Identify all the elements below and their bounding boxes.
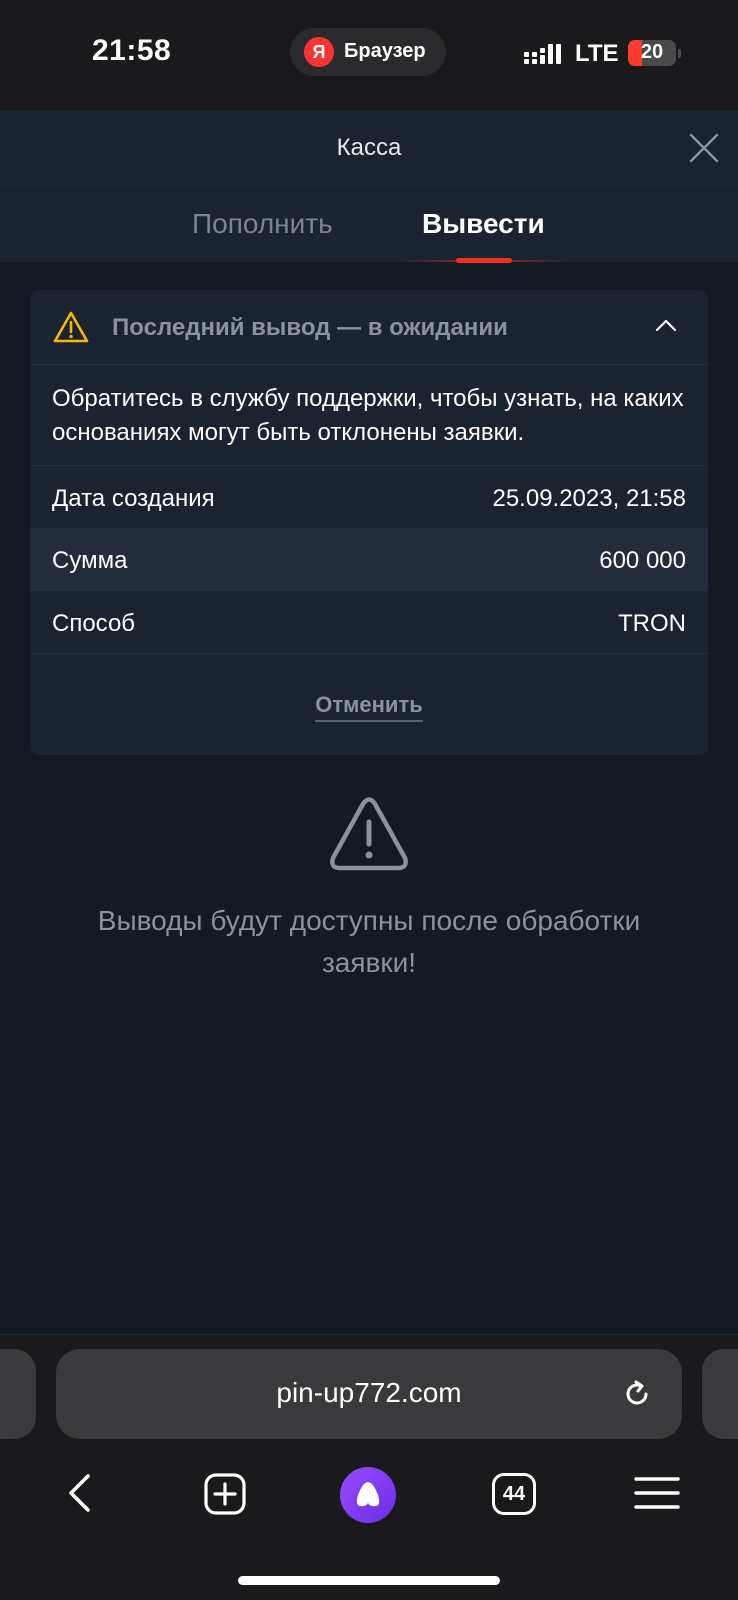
active-tab-indicator xyxy=(456,258,512,263)
battery-level: 20 xyxy=(640,41,664,63)
cancel-withdrawal-link[interactable]: Отменить xyxy=(315,692,423,722)
chevron-up-icon[interactable] xyxy=(655,318,677,332)
detail-label: Дата создания xyxy=(52,485,215,512)
detail-label: Сумма xyxy=(52,547,128,574)
tabs-icon[interactable]: 44 xyxy=(492,1473,536,1515)
address-bar[interactable]: pin-up772.com xyxy=(56,1349,682,1439)
tab-deposit[interactable]: Пополнить xyxy=(192,208,333,240)
detail-value: 25.09.2023, 21:58 xyxy=(492,485,686,512)
pending-withdrawal-card: Последний вывод — в ожидании Обратитесь … xyxy=(30,290,708,755)
withdrawal-status-title: Последний вывод — в ожидании xyxy=(112,314,508,341)
support-notice: Обратитесь в службу поддержки, чтобы узн… xyxy=(52,385,684,446)
detail-row-method: Способ TRON xyxy=(30,591,708,654)
page-header: Касса xyxy=(0,110,738,186)
previous-tab-preview[interactable] xyxy=(0,1349,36,1439)
warning-icon xyxy=(330,797,408,871)
menu-icon[interactable] xyxy=(634,1475,680,1511)
status-time: 21:58 xyxy=(92,34,172,67)
battery-icon: 20 xyxy=(628,40,676,66)
cancel-withdrawal-wrapper: Отменить xyxy=(30,692,708,722)
reload-icon[interactable] xyxy=(622,1379,652,1409)
cashier-tabs: Пополнить Вывести xyxy=(0,186,738,263)
detail-value: 600 000 xyxy=(599,547,686,574)
browser-app-pill[interactable]: Я Браузер xyxy=(290,28,446,76)
warning-icon xyxy=(53,311,89,343)
new-tab-icon[interactable] xyxy=(204,1473,246,1515)
browser-toolbar: pin-up772.com 44 xyxy=(0,1334,738,1600)
page-title: Касса xyxy=(336,134,402,161)
detail-label: Способ xyxy=(52,610,136,637)
withdrawals-unavailable-message: Выводы будут доступны после обработки за… xyxy=(97,905,641,978)
detail-row-amount: Сумма 600 000 xyxy=(30,528,708,591)
detail-value: TRON xyxy=(618,610,686,637)
next-tab-preview[interactable] xyxy=(702,1349,738,1439)
detail-row-date: Дата создания 25.09.2023, 21:58 xyxy=(30,465,708,528)
close-icon[interactable] xyxy=(688,132,720,164)
tab-withdraw[interactable]: Вывести xyxy=(422,208,545,240)
alice-icon[interactable] xyxy=(340,1467,396,1523)
network-type: LTE xyxy=(575,40,619,67)
card-header[interactable]: Последний вывод — в ожидании xyxy=(30,290,708,365)
browser-app-label: Браузер xyxy=(344,40,426,62)
yandex-logo-icon: Я xyxy=(304,37,334,67)
home-indicator[interactable] xyxy=(238,1576,500,1585)
back-icon[interactable] xyxy=(66,1473,92,1513)
signal-icon xyxy=(524,44,561,64)
url-text: pin-up772.com xyxy=(276,1377,462,1408)
status-bar: 21:58 Я Браузер LTE 20 xyxy=(0,0,738,110)
